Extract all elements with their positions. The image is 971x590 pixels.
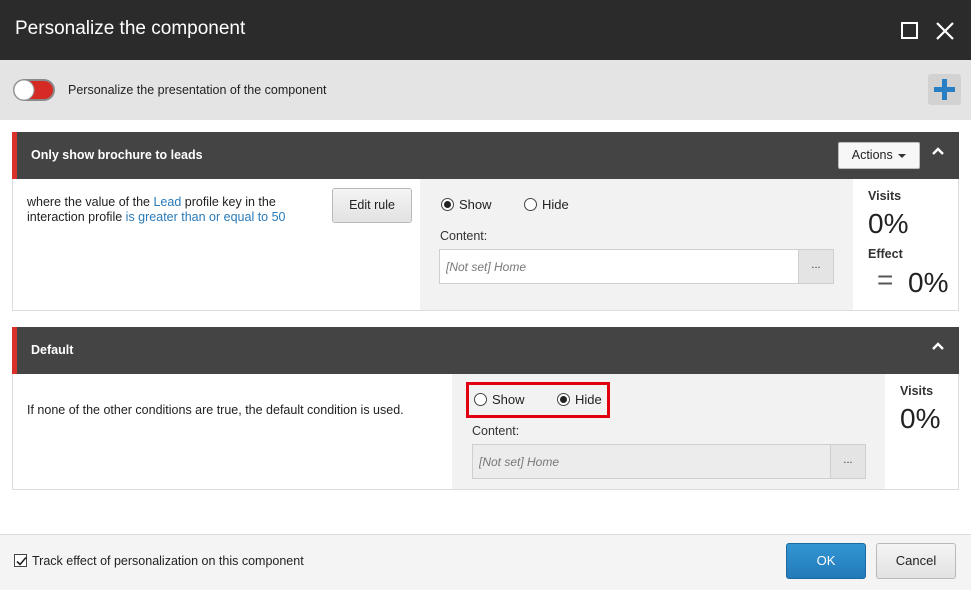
actions-dropdown-button[interactable]: Actions — [838, 142, 920, 169]
visits-value: 0% — [868, 208, 909, 239]
plus-icon — [934, 79, 955, 100]
operator-link[interactable]: is greater than or equal to 50 — [126, 210, 286, 224]
show-label: Show — [459, 197, 492, 212]
rule-header-default[interactable]: Default — [12, 327, 959, 374]
show-radio[interactable]: Show — [441, 197, 492, 212]
dialog-titlebar: Personalize the component — [0, 0, 971, 60]
track-effect-label: Track effect of personalization on this … — [32, 554, 304, 568]
maximize-icon[interactable] — [899, 18, 921, 42]
dialog-title: Personalize the component — [15, 18, 246, 39]
effect-label: Effect — [868, 247, 903, 261]
effect-value: 0% — [908, 267, 949, 298]
track-effect-checkbox[interactable] — [14, 554, 27, 567]
rule-title: Only show brochure to leads — [31, 148, 203, 162]
cancel-button[interactable]: Cancel — [876, 543, 956, 579]
rule-header-brochure[interactable]: Only show brochure to leads — [12, 132, 959, 179]
ok-button[interactable]: OK — [786, 543, 866, 579]
hide-radio[interactable]: Hide — [524, 197, 569, 212]
highlight-annotation — [466, 382, 610, 418]
radio-unselected — [524, 198, 537, 211]
content-field: ... — [472, 444, 866, 479]
hide-label: Hide — [542, 197, 569, 212]
content-input[interactable] — [440, 250, 798, 283]
chevron-up-icon[interactable] — [931, 144, 945, 155]
content-label: Content: — [472, 424, 520, 438]
rule-condition-text: where the value of the Lead profile key … — [27, 195, 317, 225]
profile-key-link[interactable]: Lead — [153, 195, 181, 209]
actions-label: Actions — [851, 148, 893, 162]
default-condition-text: If none of the other conditions are true… — [27, 403, 404, 417]
radio-selected — [441, 198, 454, 211]
edit-rule-button[interactable]: Edit rule — [332, 188, 412, 223]
content-label: Content: — [440, 229, 488, 243]
equals-icon: = — [877, 264, 894, 295]
browse-content-button[interactable]: ... — [798, 250, 833, 283]
visits-label: Visits — [868, 189, 902, 203]
content-input — [473, 445, 830, 478]
chevron-up-icon[interactable] — [931, 339, 945, 350]
caret-down-icon — [898, 153, 907, 158]
checkmark-icon — [16, 556, 27, 566]
condition-part: where the value of the — [27, 195, 154, 209]
browse-content-button[interactable]: ... — [830, 445, 865, 478]
rule-title: Default — [31, 343, 74, 357]
content-field: ... — [439, 249, 834, 284]
close-icon[interactable] — [934, 18, 956, 42]
personalize-toggle[interactable] — [12, 78, 56, 102]
visits-value: 0% — [900, 403, 941, 434]
add-condition-button[interactable] — [928, 74, 961, 105]
personalize-toggle-label: Personalize the presentation of the comp… — [68, 83, 327, 97]
visits-label: Visits — [900, 384, 934, 398]
